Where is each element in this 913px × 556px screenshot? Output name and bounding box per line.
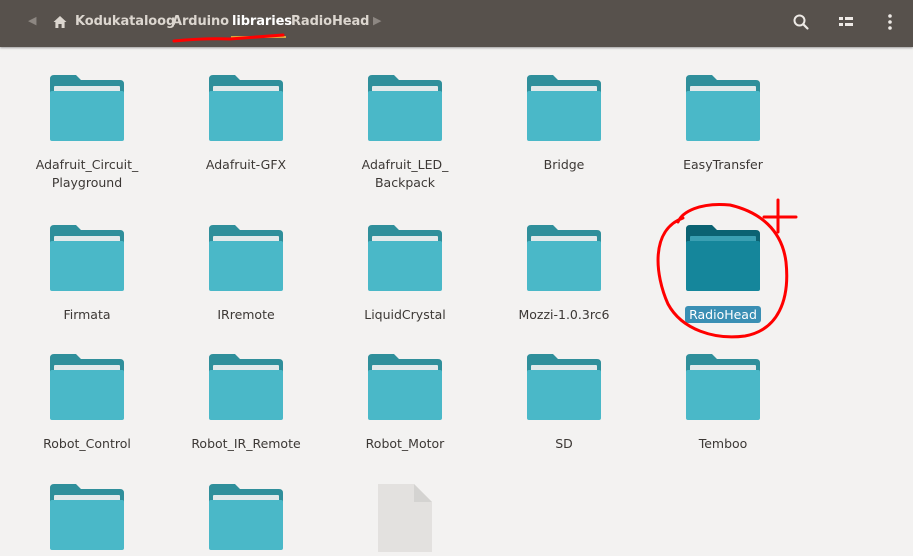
item-label: Adafruit_LED_ Backpack <box>335 156 475 192</box>
item-label: IRremote <box>176 306 316 324</box>
item-label-line: Mozzi-1.0.3rc6 <box>518 307 610 322</box>
item-label-line: Playground <box>51 175 123 190</box>
folder-icon <box>48 73 126 143</box>
file-icon <box>366 482 444 552</box>
item-label-line: Robot_IR_Remote <box>191 436 301 451</box>
item-label: Robot_IR_Remote <box>176 435 316 453</box>
folder-icon <box>366 73 444 143</box>
file-grid: Adafruit_Circuit_ Playground Adafruit-GFX A… <box>0 47 913 552</box>
item-label-line: Adafruit-GFX <box>205 157 287 172</box>
breadcrumb-home[interactable]: Kodukataloog <box>75 14 175 29</box>
item-label-line: Adafruit_LED_ <box>361 157 449 172</box>
folder-icon <box>207 73 285 143</box>
item-label: Adafruit-GFX <box>176 156 316 174</box>
folder-icon <box>366 223 444 293</box>
home-icon[interactable] <box>53 15 67 29</box>
item-label: Temboo <box>653 435 793 453</box>
item-label: Adafruit_Circuit_ Playground <box>17 156 157 192</box>
forward-button[interactable]: ▶ <box>373 14 381 27</box>
kebab-menu-icon[interactable] <box>881 13 899 31</box>
folder-icon <box>684 73 762 143</box>
header-bar: ◀ Kodukataloog Arduino libraries RadioHe… <box>0 0 913 47</box>
folder-icon <box>525 223 603 293</box>
folder-icon <box>525 352 603 422</box>
search-icon[interactable] <box>792 13 810 31</box>
folder-icon <box>207 223 285 293</box>
item-label-line: Robot_Motor <box>365 436 445 451</box>
item-label: Robot_Control <box>17 435 157 453</box>
folder-icon <box>684 352 762 422</box>
folder-icon <box>366 352 444 422</box>
breadcrumb-radiohead[interactable]: RadioHead <box>291 14 369 29</box>
item-label: Mozzi-1.0.3rc6 <box>494 306 634 324</box>
item-label-line: Backpack <box>374 175 436 190</box>
item-label: Firmata <box>17 306 157 324</box>
item-label: LiquidCrystal <box>335 306 475 324</box>
folder-icon <box>207 482 285 552</box>
item-label-line: EasyTransfer <box>683 157 763 172</box>
folder-icon <box>48 223 126 293</box>
item-label-line: Firmata <box>63 307 111 322</box>
view-options-icon[interactable] <box>837 13 855 31</box>
item-label-line: Bridge <box>543 157 585 172</box>
back-button[interactable]: ◀ <box>28 14 36 27</box>
item-label: EasyTransfer <box>653 156 793 174</box>
item-label-line: LiquidCrystal <box>364 307 446 322</box>
item-label-line: Adafruit_Circuit_ <box>35 157 139 172</box>
item-label: Robot_Motor <box>335 435 475 453</box>
current-location-indicator <box>231 36 286 38</box>
item-label: Bridge <box>494 156 634 174</box>
breadcrumb-arduino[interactable]: Arduino <box>172 14 229 29</box>
item-label-line: SD <box>555 436 573 451</box>
item-label: SD <box>494 435 634 453</box>
item-label-line: Robot_Control <box>43 436 131 451</box>
folder-icon <box>525 73 603 143</box>
item-label-line: RadioHead <box>685 306 761 323</box>
folder-icon <box>684 223 762 293</box>
folder-icon <box>48 352 126 422</box>
folder-icon <box>48 482 126 552</box>
item-label-line: IRremote <box>217 307 275 322</box>
item-label-line: Temboo <box>698 436 748 451</box>
breadcrumb-libraries[interactable]: libraries <box>232 14 292 29</box>
folder-icon <box>207 352 285 422</box>
item-label: RadioHead <box>653 306 793 324</box>
